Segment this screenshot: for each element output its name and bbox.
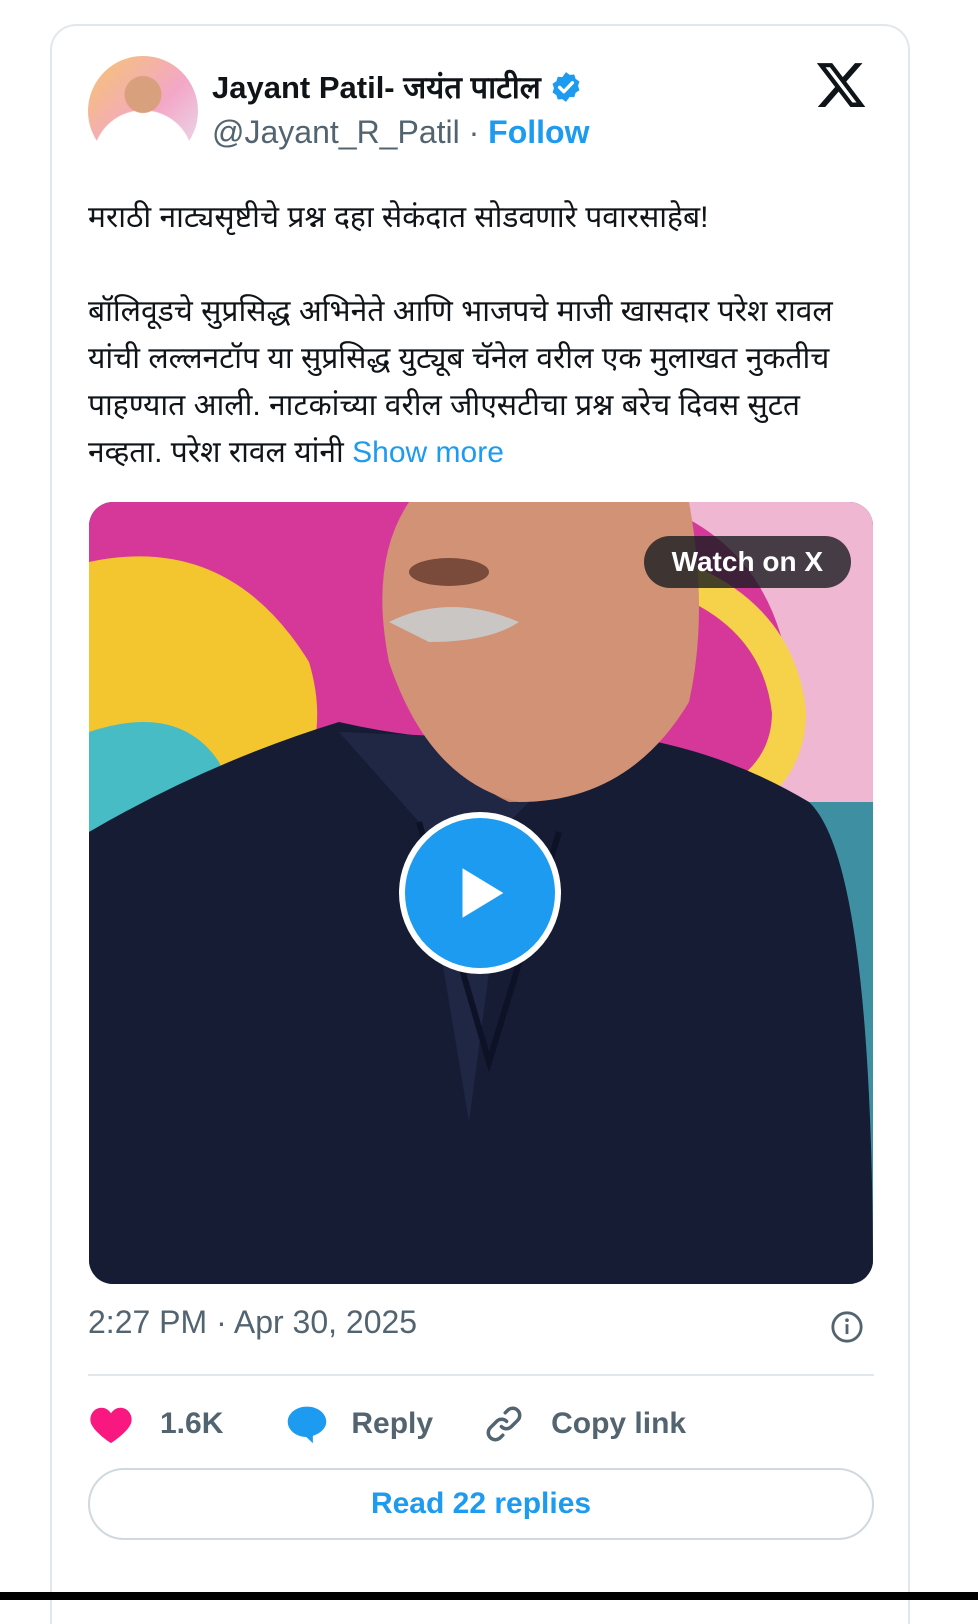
author-name[interactable]: Jayant Patil- जयंत पाटील bbox=[212, 66, 541, 108]
tweet-paragraph: बॉलिवूडचे सुप्रसिद्ध अभिनेते आणि भाजपचे … bbox=[88, 288, 878, 476]
verified-badge-icon bbox=[549, 70, 583, 104]
avatar[interactable] bbox=[88, 56, 198, 166]
follow-button[interactable]: Follow bbox=[488, 114, 589, 150]
action-bar: 1.6K Reply Copy link bbox=[88, 1396, 686, 1452]
handle-separator: · bbox=[468, 114, 480, 150]
tweet-text: मराठी नाट्यसृष्टीचे प्रश्न दहा सेकंदात स… bbox=[88, 194, 878, 523]
author-handle[interactable]: @Jayant_R_Patil bbox=[212, 114, 460, 150]
play-button[interactable] bbox=[399, 812, 561, 974]
copy-link-label: Copy link bbox=[551, 1407, 687, 1440]
info-icon[interactable] bbox=[830, 1310, 864, 1344]
link-icon bbox=[486, 1406, 522, 1442]
handle-line: @Jayant_R_Patil · Follow bbox=[212, 114, 589, 151]
divider bbox=[88, 1374, 874, 1376]
video-thumbnail[interactable]: Watch on X bbox=[89, 502, 873, 1284]
watch-on-x-button[interactable]: Watch on X bbox=[643, 536, 851, 588]
play-icon bbox=[462, 868, 504, 918]
show-more-link[interactable]: Show more bbox=[352, 436, 504, 469]
reply-button[interactable]: Reply bbox=[285, 1403, 433, 1445]
tweet-paragraph: मराठी नाट्यसृष्टीचे प्रश्न दहा सेकंदात स… bbox=[88, 201, 709, 234]
author-name-row[interactable]: Jayant Patil- जयंत पाटील bbox=[212, 66, 583, 108]
like-count: 1.6K bbox=[160, 1407, 224, 1440]
reply-bubble-icon bbox=[288, 1406, 327, 1444]
copy-link-button[interactable]: Copy link bbox=[483, 1403, 686, 1445]
like-button[interactable]: 1.6K bbox=[88, 1403, 223, 1445]
reply-label: Reply bbox=[351, 1407, 434, 1440]
heart-icon bbox=[90, 1407, 132, 1444]
x-logo-icon[interactable] bbox=[814, 58, 868, 112]
tweet-timestamp[interactable]: 2:27 PM · Apr 30, 2025 bbox=[88, 1304, 417, 1341]
read-replies-button[interactable]: Read 22 replies bbox=[88, 1468, 874, 1540]
tweet-embed-card: Jayant Patil- जयंत पाटील @Jayant_R_Patil… bbox=[50, 24, 910, 1624]
bottom-edge-bar bbox=[0, 1592, 978, 1600]
